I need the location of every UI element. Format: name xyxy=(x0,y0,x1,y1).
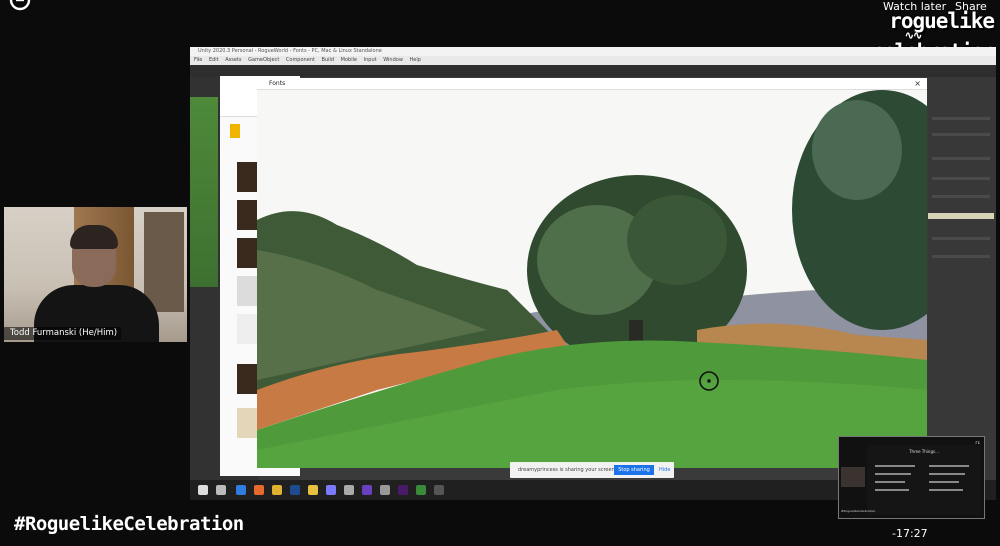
unity-icon[interactable] xyxy=(344,485,354,495)
preview-title: Three Things... xyxy=(909,449,939,454)
speaker-name-label: Todd Furmanski (He/Him) xyxy=(4,327,122,340)
unity-menu-bar: File Edit Assets GameObject Component Bu… xyxy=(190,56,996,65)
fonts-game-window: Fonts × xyxy=(257,78,927,468)
game-icon[interactable] xyxy=(416,485,426,495)
menu-gameobject[interactable]: GameObject xyxy=(248,57,279,63)
stop-sharing-button[interactable]: Stop sharing xyxy=(614,465,654,475)
fonts-window-title: Fonts xyxy=(257,78,927,90)
start-icon[interactable] xyxy=(198,485,208,495)
close-icon[interactable]: × xyxy=(914,78,921,90)
app-icon[interactable] xyxy=(380,485,390,495)
visual-studio-icon[interactable] xyxy=(362,485,372,495)
preview-logo: rc xyxy=(975,440,980,445)
countdown-timer: -17:27 xyxy=(892,527,928,540)
game-viewport[interactable] xyxy=(257,90,927,468)
explorer-icon[interactable] xyxy=(308,485,318,495)
premiere-icon[interactable] xyxy=(398,485,408,495)
sharing-message: dreamyprincess is sharing your screen. xyxy=(518,467,617,473)
chrome-icon[interactable] xyxy=(272,485,282,495)
slides-app-icon xyxy=(230,124,240,138)
screen-share-notification: dreamyprincess is sharing your screen. S… xyxy=(510,462,674,478)
screen-share: Unity 2020.3 Personal - RogueWorld - Fon… xyxy=(190,47,996,500)
app-icon[interactable] xyxy=(434,485,444,495)
task-view-icon[interactable] xyxy=(216,485,226,495)
hide-button[interactable]: Hide xyxy=(659,462,670,478)
menu-component[interactable]: Component xyxy=(286,57,315,63)
preview-hashtag: #RoguelikeCelebration xyxy=(841,509,876,513)
menu-mobile-input[interactable]: Mobile Input xyxy=(341,57,377,63)
menu-window[interactable]: Window xyxy=(383,57,403,63)
menu-build[interactable]: Build xyxy=(322,57,335,63)
preview-slide: Three Things... xyxy=(867,445,981,515)
menu-assets[interactable]: Assets xyxy=(225,57,241,63)
next-talk-preview[interactable]: Three Things... rc #RoguelikeCelebration xyxy=(838,436,985,519)
app-icon[interactable] xyxy=(326,485,336,495)
menu-help[interactable]: Help xyxy=(410,57,421,63)
firefox-icon[interactable] xyxy=(254,485,264,495)
menu-file[interactable]: File xyxy=(194,57,202,63)
preview-webcam xyxy=(841,467,865,487)
event-hashtag: #RoguelikeCelebration xyxy=(14,513,244,535)
unity-title-bar: Unity 2020.3 Personal - RogueWorld - Fon… xyxy=(190,47,996,56)
channel-logo-icon[interactable] xyxy=(8,0,36,12)
photoshop-icon[interactable] xyxy=(290,485,300,495)
menu-edit[interactable]: Edit xyxy=(209,57,219,63)
unity-toolbar xyxy=(190,65,996,77)
edge-icon[interactable] xyxy=(236,485,246,495)
speaker-webcam xyxy=(4,207,187,342)
